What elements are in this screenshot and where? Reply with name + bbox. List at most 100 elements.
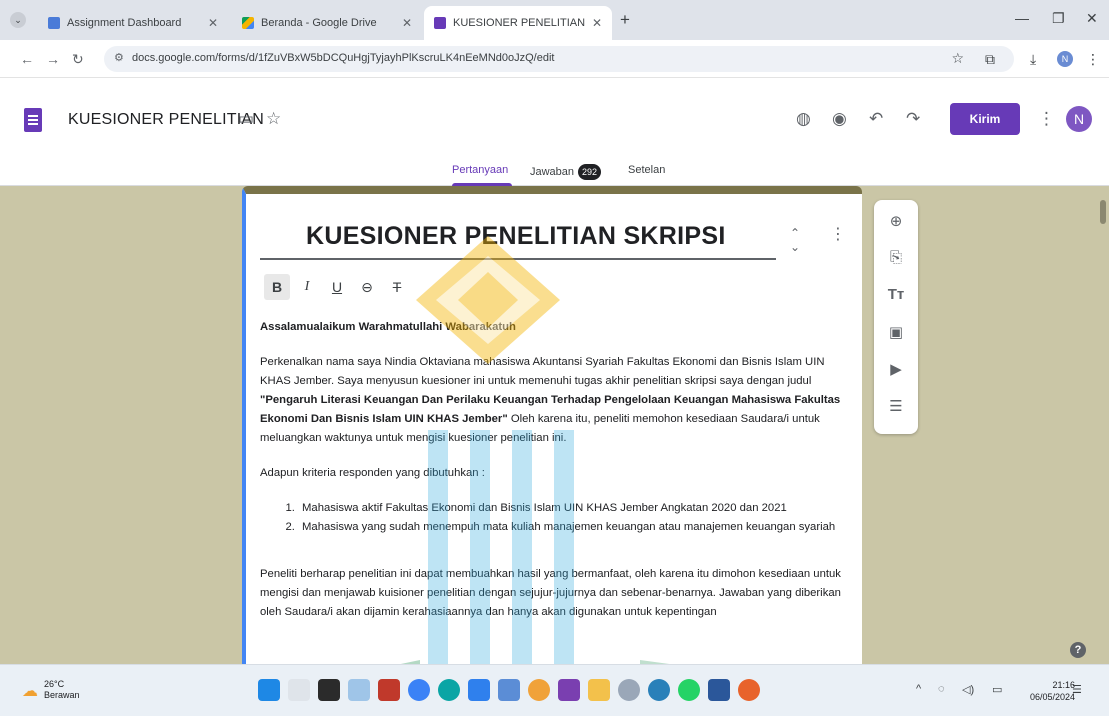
palette-icon[interactable]: ◍ xyxy=(796,109,811,129)
collapse-icon[interactable]: ⌃ ⌄ xyxy=(790,226,800,254)
restore-icon[interactable]: ❐ xyxy=(1052,10,1065,27)
form-heading[interactable]: KUESIONER PENELITIAN SKRIPSI xyxy=(306,222,726,251)
widgets-icon[interactable] xyxy=(348,679,370,701)
underline-icon[interactable]: U xyxy=(324,274,350,300)
bookmark-star-icon[interactable]: ☆ xyxy=(951,50,964,67)
form-description[interactable]: Assalamualaikum Warahmatullahi Wabarakat… xyxy=(260,318,850,638)
weather-icon[interactable]: ☁ xyxy=(22,681,38,701)
zoom-icon[interactable] xyxy=(408,679,430,701)
add-video-icon[interactable]: ▶ xyxy=(874,360,918,378)
link-icon[interactable]: ⊖ xyxy=(354,274,380,300)
tab-kuesioner[interactable]: KUESIONER PENELITIAN - Goog ✕ xyxy=(424,6,612,40)
word-icon[interactable] xyxy=(708,679,730,701)
closing-paragraph: Peneliti berharap penelitian ini dapat m… xyxy=(260,568,841,618)
tab-responses-label: Jawaban xyxy=(530,165,575,178)
whatsapp-icon[interactable] xyxy=(678,679,700,701)
form-title[interactable]: KUESIONER PENELITIAN xyxy=(68,111,264,129)
google-forms-logo-icon[interactable] xyxy=(24,108,42,132)
add-section-icon[interactable]: ☰ xyxy=(874,397,918,415)
redo-icon[interactable]: ↷ xyxy=(906,109,920,129)
account-avatar[interactable]: N xyxy=(1066,106,1092,132)
forward-icon[interactable]: → xyxy=(46,51,60,67)
form-tabs: Pertanyaan Jawaban 292 Setelan xyxy=(0,160,1109,186)
url-text[interactable]: docs.google.com/forms/d/1fZuVBxW5bDCQuHg… xyxy=(132,52,554,64)
tab-title: Beranda - Google Drive xyxy=(261,17,377,29)
bold-icon[interactable]: B xyxy=(264,274,290,300)
move-folder-icon[interactable]: ▭ xyxy=(238,109,254,129)
preview-eye-icon[interactable]: ◉ xyxy=(832,109,847,129)
app-icon[interactable] xyxy=(378,679,400,701)
volume-icon[interactable]: ◁) xyxy=(962,683,974,696)
notification-icon[interactable]: ☰ xyxy=(1072,683,1082,696)
app-icon[interactable] xyxy=(738,679,760,701)
intro-text: Perkenalkan nama saya Nindia Oktaviana m… xyxy=(260,356,825,387)
forms-favicon-icon xyxy=(434,17,446,29)
date: 06/05/2024 xyxy=(1030,692,1076,702)
reload-icon[interactable]: ↻ xyxy=(72,51,84,68)
add-title-icon[interactable]: Tт xyxy=(874,286,918,303)
form-header-card[interactable]: KUESIONER PENELITIAN SKRIPSI ⌃ ⌄ ⋮ B I U … xyxy=(242,186,862,664)
tab-responses[interactable]: Jawaban 292 xyxy=(530,164,602,180)
title-underline xyxy=(260,258,776,260)
italic-icon[interactable]: I xyxy=(294,274,320,300)
import-questions-icon[interactable]: ⎘ xyxy=(874,249,918,266)
new-tab-icon[interactable]: + xyxy=(620,10,630,30)
tab-search-icon[interactable]: ⌄ xyxy=(10,12,26,28)
tab-title: KUESIONER PENELITIAN - Goog xyxy=(453,17,586,29)
add-image-icon[interactable]: ▣ xyxy=(874,323,918,341)
file-explorer-icon[interactable] xyxy=(588,679,610,701)
drive-favicon-icon xyxy=(242,17,254,29)
extensions-icon[interactable]: ⧉ xyxy=(985,51,995,68)
address-bar[interactable]: ⚙ docs.google.com/forms/d/1fZuVBxW5bDCQu… xyxy=(104,46,1014,72)
forms-header: KUESIONER PENELITIAN ▭ ☆ ◍ ◉ ↶ ↷ Kirim ⋮… xyxy=(0,78,1109,186)
close-tab-icon[interactable]: ✕ xyxy=(402,16,412,30)
weather-condition: Berawan xyxy=(44,690,80,700)
clock[interactable]: 21:16 06/05/2024 xyxy=(1030,679,1075,703)
start-icon[interactable] xyxy=(258,679,280,701)
list-item: Mahasiswa yang sudah menempuh mata kulia… xyxy=(298,518,850,537)
search-icon[interactable] xyxy=(288,679,310,701)
app-icon[interactable] xyxy=(618,679,640,701)
tab-google-drive[interactable]: Beranda - Google Drive ✕ xyxy=(232,6,422,40)
task-view-icon[interactable] xyxy=(318,679,340,701)
star-icon[interactable]: ☆ xyxy=(266,109,281,129)
store-icon[interactable] xyxy=(468,679,490,701)
close-tab-icon[interactable]: ✕ xyxy=(208,16,218,30)
minimize-icon[interactable]: — xyxy=(1015,10,1029,26)
battery-icon[interactable]: ▭ xyxy=(992,683,1002,696)
scrollbar[interactable] xyxy=(1100,200,1106,224)
format-toolbar: B I U ⊖ T xyxy=(264,274,410,300)
app-icon[interactable] xyxy=(498,679,520,701)
close-tab-icon[interactable]: ✕ xyxy=(592,16,602,30)
clear-format-icon[interactable]: T xyxy=(384,274,410,300)
add-question-icon[interactable]: ⊕ xyxy=(874,212,918,230)
browser-toolbar: ← → ↻ ⚙ docs.google.com/forms/d/1fZuVBxW… xyxy=(0,40,1109,78)
list-item: Mahasiswa aktif Fakultas Ekonomi dan Bis… xyxy=(298,499,850,518)
intro-paragraph: Perkenalkan nama saya Nindia Oktaviana m… xyxy=(260,353,850,448)
chrome-icon[interactable] xyxy=(528,679,550,701)
back-icon[interactable]: ← xyxy=(20,51,34,67)
weather-widget[interactable]: 26°C Berawan xyxy=(44,679,80,701)
close-window-icon[interactable]: ✕ xyxy=(1086,10,1098,27)
browser-profile-avatar[interactable]: N xyxy=(1057,51,1073,67)
telegram-icon[interactable] xyxy=(648,679,670,701)
wifi-icon[interactable]: ◌ xyxy=(938,683,945,695)
card-menu-icon[interactable]: ⋮ xyxy=(830,224,846,244)
undo-icon[interactable]: ↶ xyxy=(869,109,883,129)
tab-questions[interactable]: Pertanyaan xyxy=(452,164,508,176)
tray-chevron-icon[interactable]: ^ xyxy=(916,683,921,695)
edge-icon[interactable] xyxy=(438,679,460,701)
criteria-list: Mahasiswa aktif Fakultas Ekonomi dan Bis… xyxy=(298,499,850,537)
temperature: 26°C xyxy=(44,679,65,689)
time: 21:16 xyxy=(1052,680,1076,690)
chrome-menu-icon[interactable]: ⋮ xyxy=(1086,51,1100,68)
download-icon[interactable]: ⤓ xyxy=(1030,51,1036,68)
tab-settings[interactable]: Setelan xyxy=(628,164,665,176)
more-options-icon[interactable]: ⋮ xyxy=(1038,109,1055,129)
criteria-heading: Adapun kriteria responden yang dibutuhka… xyxy=(260,467,485,479)
send-button[interactable]: Kirim xyxy=(950,103,1020,135)
help-icon[interactable]: ? xyxy=(1070,642,1086,658)
site-info-icon[interactable]: ⚙ xyxy=(114,51,124,64)
tab-assignment-dashboard[interactable]: Assignment Dashboard ✕ xyxy=(38,6,228,40)
app-icon[interactable] xyxy=(558,679,580,701)
